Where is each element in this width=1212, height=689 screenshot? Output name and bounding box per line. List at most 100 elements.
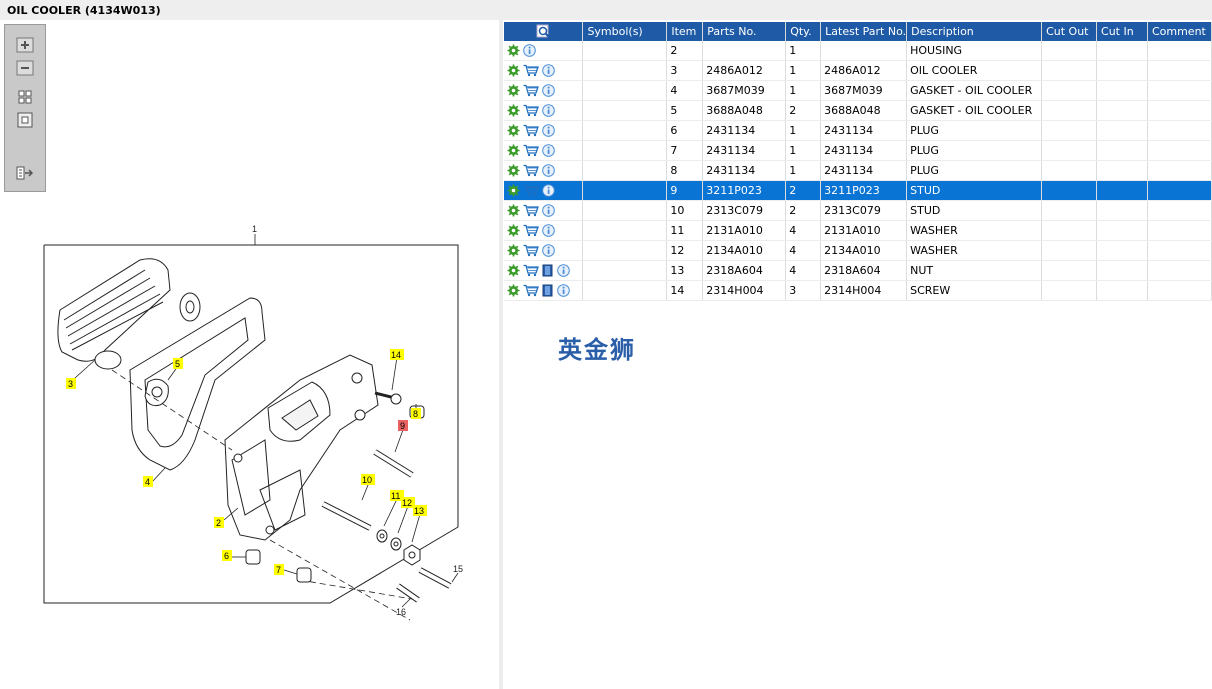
zoom-in-button[interactable] <box>16 37 34 53</box>
description-cell: WASHER <box>906 240 1043 261</box>
gear-icon[interactable] <box>507 204 520 217</box>
symbols-cell <box>582 200 668 221</box>
cart-icon[interactable] <box>523 284 539 297</box>
table-row[interactable]: 12 2134A010 4 2134A010 WASHER <box>504 240 1212 261</box>
info-icon[interactable] <box>557 284 570 297</box>
callout-label-7[interactable]: 7 <box>276 565 281 575</box>
gear-icon[interactable] <box>507 124 520 137</box>
table-row[interactable]: 13 2318A604 4 2318A604 NUT <box>504 260 1212 281</box>
info-icon[interactable] <box>557 264 570 277</box>
cart-icon[interactable] <box>523 104 539 117</box>
info-icon[interactable] <box>523 44 536 57</box>
gear-icon[interactable] <box>507 144 520 157</box>
info-icon[interactable] <box>542 124 555 137</box>
parts-no-cell: 3211P023 <box>702 180 787 201</box>
column-header-latest-part-no[interactable]: Latest Part No. <box>820 22 908 41</box>
gear-icon[interactable] <box>507 104 520 117</box>
callout-label-2[interactable]: 2 <box>216 518 221 528</box>
callout-label-12[interactable]: 12 <box>402 498 412 508</box>
book-icon[interactable] <box>542 284 554 297</box>
info-icon[interactable] <box>542 204 555 217</box>
callout-label-5[interactable]: 5 <box>175 359 180 369</box>
table-row[interactable]: 11 2131A010 4 2131A010 WASHER <box>504 220 1212 241</box>
info-icon[interactable] <box>542 244 555 257</box>
gear-icon[interactable] <box>507 64 520 77</box>
item-cell: 7 <box>666 140 704 161</box>
cart-icon[interactable] <box>523 244 539 257</box>
row-actions-cell <box>504 120 584 141</box>
table-row[interactable]: 2 1 HOUSING <box>504 41 1212 61</box>
callout-label-13[interactable]: 13 <box>414 506 424 516</box>
table-row[interactable]: 6 2431134 1 2431134 PLUG <box>504 120 1212 141</box>
table-row[interactable]: 4 3687M039 1 3687M039 GASKET - OIL COOLER <box>504 80 1212 101</box>
gear-icon[interactable] <box>507 44 520 57</box>
parts-no-cell: 2134A010 <box>702 240 787 261</box>
zoom-out-icon <box>16 60 34 76</box>
callout-label-4[interactable]: 4 <box>145 477 150 487</box>
column-header-symbols[interactable]: Symbol(s) <box>582 22 668 41</box>
callout-label-9[interactable]: 9 <box>400 421 405 431</box>
table-row[interactable]: 7 2431134 1 2431134 PLUG <box>504 140 1212 161</box>
cart-icon[interactable] <box>523 64 539 77</box>
gear-icon[interactable] <box>507 184 520 197</box>
diagram-pane[interactable]: 1 2 3 4 5 6 7 8 9 10 11 12 13 14 15 16 <box>0 20 499 689</box>
callout-label-14[interactable]: 14 <box>391 350 401 360</box>
callout-label-11[interactable]: 11 <box>391 491 400 501</box>
column-header-item[interactable]: Item <box>666 22 704 41</box>
info-icon[interactable] <box>542 64 555 77</box>
zoom-in-icon <box>16 37 34 53</box>
description-cell: HOUSING <box>906 41 1043 61</box>
gear-icon[interactable] <box>507 264 520 277</box>
cart-icon[interactable] <box>523 184 539 197</box>
cut-out-cell <box>1041 220 1098 241</box>
symbols-cell <box>582 140 668 161</box>
column-header-parts-no[interactable]: Parts No. <box>702 22 787 41</box>
gear-icon[interactable] <box>507 224 520 237</box>
book-icon[interactable] <box>542 264 554 277</box>
row-actions-cell <box>504 140 584 161</box>
info-icon[interactable] <box>542 104 555 117</box>
gear-icon[interactable] <box>507 164 520 177</box>
gear-icon[interactable] <box>507 244 520 257</box>
fit-all-button[interactable] <box>16 89 34 105</box>
cart-icon[interactable] <box>523 124 539 137</box>
zoom-out-button[interactable] <box>16 60 34 76</box>
gear-icon[interactable] <box>507 84 520 97</box>
column-header-cut-out[interactable]: Cut Out <box>1041 22 1098 41</box>
info-icon[interactable] <box>542 184 555 197</box>
table-row[interactable]: 5 3688A048 2 3688A048 GASKET - OIL COOLER <box>504 100 1212 121</box>
cart-icon[interactable] <box>523 204 539 217</box>
table-row[interactable]: 3 2486A012 1 2486A012 OIL COOLER <box>504 60 1212 81</box>
table-row[interactable]: 8 2431134 1 2431134 PLUG <box>504 160 1212 181</box>
table-row[interactable]: 9 3211P023 2 3211P023 STUD <box>504 180 1212 201</box>
cart-icon[interactable] <box>523 224 539 237</box>
column-header-qty[interactable]: Qty. <box>785 22 822 41</box>
table-row[interactable]: 10 2313C079 2 2313C079 STUD <box>504 200 1212 221</box>
callout-label-6[interactable]: 6 <box>224 551 229 561</box>
latest-part-no-cell: 2431134 <box>820 140 908 161</box>
cart-icon[interactable] <box>523 164 539 177</box>
column-header-comment[interactable]: Comment <box>1147 22 1212 41</box>
callout-label-10[interactable]: 10 <box>362 475 372 485</box>
latest-part-no-cell: 3688A048 <box>820 100 908 121</box>
gear-icon[interactable] <box>507 284 520 297</box>
cart-icon[interactable] <box>523 84 539 97</box>
actual-size-button[interactable] <box>16 112 34 128</box>
table-row[interactable]: 14 2314H004 3 2314H004 SCREW <box>504 280 1212 301</box>
comment-cell <box>1147 160 1212 181</box>
callout-label-3[interactable]: 3 <box>68 379 73 389</box>
column-header-cut-in[interactable]: Cut In <box>1096 22 1148 41</box>
info-icon[interactable] <box>542 84 555 97</box>
cart-icon[interactable] <box>523 264 539 277</box>
cart-icon[interactable] <box>523 144 539 157</box>
info-icon[interactable] <box>542 224 555 237</box>
callout-label-8[interactable]: 8 <box>413 409 418 419</box>
comment-cell <box>1147 220 1212 241</box>
column-header-description[interactable]: Description <box>906 22 1043 41</box>
export-button[interactable] <box>16 165 34 181</box>
description-cell: PLUG <box>906 160 1043 181</box>
info-icon[interactable] <box>542 144 555 157</box>
qty-cell: 2 <box>785 180 822 201</box>
info-icon[interactable] <box>542 164 555 177</box>
search-column-header[interactable] <box>504 22 584 41</box>
